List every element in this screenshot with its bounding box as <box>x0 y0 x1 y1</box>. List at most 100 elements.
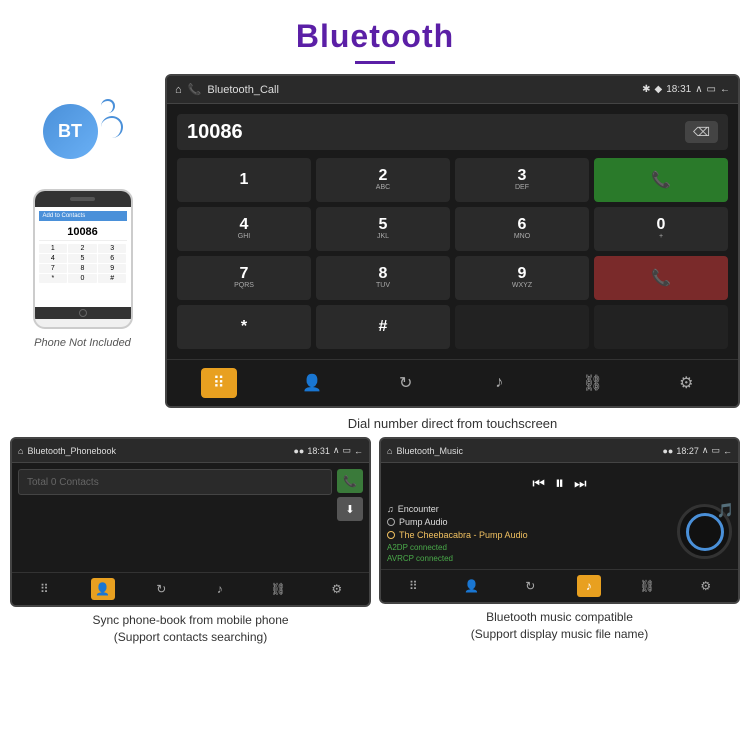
phone-keypad: 1 2 3 4 5 6 7 8 9 * 0 # <box>39 244 127 283</box>
key-0-sub: + <box>659 233 663 241</box>
key-7-main: 7 <box>240 266 249 282</box>
music-caption-line1: Bluetooth music compatible <box>486 610 633 624</box>
dialed-number: 10086 <box>187 121 243 144</box>
ms-time: 18:27 <box>676 446 699 456</box>
play-pause-button[interactable]: ⏸ <box>555 473 564 494</box>
key-6[interactable]: 6 MNO <box>455 207 589 251</box>
music-caption: Bluetooth music compatible (Support disp… <box>379 604 740 645</box>
ms-back: ← <box>723 446 732 456</box>
ms-nav-dialpad[interactable]: ⠿ <box>401 575 425 597</box>
phone-key-9: 9 <box>98 264 127 273</box>
phone-speaker <box>70 197 95 201</box>
ms-signal: ∧ <box>702 445 709 456</box>
pb-nav-music[interactable]: ♪ <box>208 578 232 600</box>
nav-contacts[interactable]: 👤 <box>294 368 330 398</box>
pb-nav-settings[interactable]: ⚙ <box>325 578 349 600</box>
pb-back: ← <box>354 446 363 456</box>
nav-dialpad[interactable]: ⠿ <box>201 368 237 398</box>
nav-music[interactable]: ♪ <box>481 368 517 398</box>
ms-nav-recent[interactable]: ↻ <box>518 575 542 597</box>
track-1-name: Encounter <box>398 504 439 514</box>
key-empty-2 <box>594 305 728 349</box>
ms-nav-settings[interactable]: ⚙ <box>694 575 718 597</box>
prev-button[interactable]: ⏮ <box>532 475 545 492</box>
key-3[interactable]: 3 DEF <box>455 158 589 202</box>
phonebook-call-button[interactable]: 📞 <box>337 469 363 493</box>
bt-wave-2 <box>101 116 123 138</box>
key-0-main[interactable]: 0 + <box>594 207 728 251</box>
nav-link[interactable]: ⛓ <box>575 368 611 398</box>
next-button[interactable]: ⏭ <box>574 475 587 492</box>
nav-recent[interactable]: ↻ <box>388 368 424 398</box>
dialer-section: 10086 ⌫ 1 2 ABC 3 DEF <box>167 104 738 359</box>
key-2-sub: ABC <box>376 184 390 192</box>
key-2-main: 2 <box>379 168 388 184</box>
key-2[interactable]: 2 ABC <box>316 158 450 202</box>
phone-key-star: * <box>39 274 68 283</box>
ms-nav-link[interactable]: ⛓ <box>635 575 659 597</box>
key-1[interactable]: 1 <box>177 158 311 202</box>
phone-key-hash: # <box>98 274 127 283</box>
key-hash-main: # <box>379 319 388 335</box>
phone-contacts-bar: Add to Contacts <box>39 211 127 221</box>
wifi-icon: ◆ <box>654 84 662 95</box>
music-playback-controls: ⏮ ⏸ ⏭ <box>387 469 732 498</box>
phone-top-bar <box>35 191 131 207</box>
key-4[interactable]: 4 GHI <box>177 207 311 251</box>
right-panel: ⌂ 📞 Bluetooth_Call ✱ ◆ 18:31 ∧ ▭ ← 10086… <box>165 74 740 437</box>
pb-nav-contacts[interactable]: 👤 <box>91 578 115 600</box>
phonebook-home-icon: ⌂ <box>18 446 23 456</box>
ms-nav-music[interactable]: ♪ <box>577 575 601 597</box>
phonebook-screen: ⌂ Bluetooth_Phonebook ●● 18:31 ∧ ▭ ← Tot… <box>10 437 371 607</box>
key-call[interactable]: 📞 <box>594 158 728 202</box>
music-caption-line2: (Support display music file name) <box>471 627 648 641</box>
car-screen-main: ⌂ 📞 Bluetooth_Call ✱ ◆ 18:31 ∧ ▭ ← 10086… <box>165 74 740 408</box>
music-content: ⏮ ⏸ ⏭ ♫ Encounter Pump Audio <box>381 463 738 569</box>
backspace-button[interactable]: ⌫ <box>685 121 718 143</box>
key-7-sub: PQRS <box>234 282 254 290</box>
pb-screen: ▭ <box>342 445 351 456</box>
bt-status-icon: ✱ <box>642 84 650 95</box>
main-caption: Dial number direct from touchscreen <box>165 408 740 437</box>
phonebook-header: ⌂ Bluetooth_Phonebook ●● 18:31 ∧ ▭ ← <box>12 439 369 463</box>
ms-nav-contacts[interactable]: 👤 <box>460 575 484 597</box>
key-empty-1 <box>455 305 589 349</box>
status-bar: ✱ ◆ 18:31 ∧ ▭ ← <box>642 84 730 95</box>
phonebook-left: Total 0 Contacts <box>18 469 332 566</box>
contacts-search-input[interactable]: Total 0 Contacts <box>18 469 332 495</box>
key-3-sub: DEF <box>515 184 529 192</box>
phone-number-display: 10086 <box>39 224 127 241</box>
key-5[interactable]: 5 JKL <box>316 207 450 251</box>
key-star[interactable]: * <box>177 305 311 349</box>
phonebook-download-button[interactable]: ⬇ <box>337 497 363 521</box>
key-4-main: 4 <box>240 217 249 233</box>
nav-settings[interactable]: ⚙ <box>668 368 704 398</box>
phone-screen: Add to Contacts 10086 1 2 3 4 5 6 7 8 9 … <box>35 207 131 307</box>
contacts-list <box>18 501 332 566</box>
bt-waves <box>101 99 123 138</box>
phone-home-button[interactable] <box>79 309 87 317</box>
screen-icon: ▭ <box>707 84 716 95</box>
main-content-row: BT Add to Contacts 10086 1 2 3 4 5 <box>0 74 750 437</box>
key-8[interactable]: 8 TUV <box>316 256 450 300</box>
pb-nav-dialpad[interactable]: ⠿ <box>32 578 56 600</box>
phone-key-6: 6 <box>98 254 127 263</box>
key-7[interactable]: 7 PQRS <box>177 256 311 300</box>
key-hash[interactable]: # <box>316 305 450 349</box>
header-title: Bluetooth_Call <box>207 84 279 96</box>
music-title: Bluetooth_Music <box>396 446 463 456</box>
bottom-row: ⌂ Bluetooth_Phonebook ●● 18:31 ∧ ▭ ← Tot… <box>0 437 750 648</box>
status-avrcp: AVRCP connected <box>387 554 671 563</box>
bt-label: BT <box>58 121 82 142</box>
title-section: Bluetooth <box>0 0 750 74</box>
key-6-sub: MNO <box>514 233 530 241</box>
key-call-end[interactable]: 📞 <box>594 256 728 300</box>
pb-nav-link[interactable]: ⛓ <box>266 578 290 600</box>
pb-nav-recent[interactable]: ↻ <box>149 578 173 600</box>
phone-key-4: 4 <box>39 254 68 263</box>
phone-key-1: 1 <box>39 244 68 253</box>
key-9[interactable]: 9 WXYZ <box>455 256 589 300</box>
music-column: ⌂ Bluetooth_Music ●● 18:27 ∧ ▭ ← ⏮ ⏸ ⏭ <box>379 437 740 648</box>
key-9-sub: WXYZ <box>512 282 532 290</box>
track-item-1: ♫ Encounter <box>387 504 671 514</box>
